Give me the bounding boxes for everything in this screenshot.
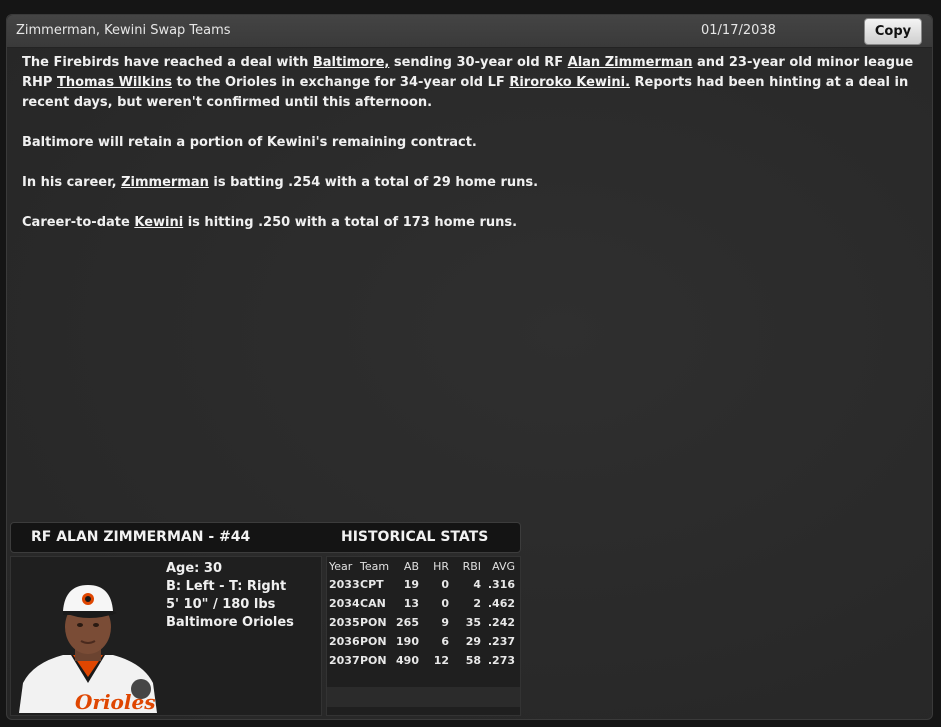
table-row: 2037 PON 490 12 58 .273: [327, 651, 515, 670]
stat-rbi: 4: [473, 578, 481, 591]
stats-header-row: Year Team AB HR RBI AVG: [327, 557, 515, 575]
player-bats-throws: B: Left - T: Right: [166, 579, 287, 594]
table-row: 2034 CAN 13 0 2 .462: [327, 594, 515, 613]
stat-team: PON: [360, 616, 387, 629]
stat-team: CPT: [360, 578, 384, 591]
stat-avg: .242: [487, 616, 515, 629]
col-header-team[interactable]: Team: [360, 557, 396, 575]
stat-rbi: 2: [473, 597, 481, 610]
story-text: In his career,: [22, 175, 122, 190]
col-header-year[interactable]: Year: [327, 557, 360, 575]
player-card: RF ALAN ZIMMERMAN - #44 HISTORICAL STATS…: [10, 522, 521, 716]
table-row: 2033 CPT 19 0 4 .316: [327, 575, 515, 594]
story-text: is hitting .250 with a total of 173 home…: [183, 215, 518, 230]
stat-rbi: 35: [465, 616, 481, 629]
stats-footer-row: [327, 687, 520, 707]
stat-ab: 13: [403, 597, 419, 610]
player-portrait-icon[interactable]: Orioles: [13, 571, 163, 713]
player-bio-panel: Orioles Age: 30 B: Left - T: Right 5' 10…: [10, 556, 322, 716]
stat-year: 2034: [329, 597, 360, 610]
col-header-avg[interactable]: AVG: [481, 557, 515, 575]
player-card-header: RF ALAN ZIMMERMAN - #44 HISTORICAL STATS: [10, 522, 521, 553]
table-row: 2036 PON 190 6 29 .237: [327, 632, 515, 651]
news-headline: Zimmerman, Kewini Swap Teams: [16, 23, 231, 38]
col-header-hr[interactable]: HR: [419, 557, 449, 575]
player-link-kewini[interactable]: Kewini: [134, 215, 183, 230]
historical-stats-title: HISTORICAL STATS: [341, 529, 489, 545]
stat-hr: 12: [433, 654, 449, 667]
col-header-rbi[interactable]: RBI: [449, 557, 481, 575]
player-link-alan-zimmerman[interactable]: Alan Zimmerman: [568, 55, 693, 70]
stat-avg: .273: [487, 654, 515, 667]
story-text: to the Orioles in exchange for 34-year o…: [171, 75, 510, 90]
news-title-bar: Zimmerman, Kewini Swap Teams 01/17/2038 …: [7, 15, 932, 48]
story-paragraph-3: In his career, Zimmerman is batting .254…: [22, 173, 922, 193]
stat-ab: 19: [403, 578, 419, 591]
player-team[interactable]: Baltimore Orioles: [166, 614, 294, 632]
player-link-zimmerman[interactable]: Zimmerman: [121, 175, 209, 190]
stat-hr: 0: [441, 578, 449, 591]
stat-avg: .462: [487, 597, 515, 610]
news-date: 01/17/2038: [701, 23, 776, 38]
player-height-weight: 5' 10" / 180 lbs: [166, 597, 276, 612]
team-link-baltimore[interactable]: Baltimore,: [313, 55, 389, 70]
story-text: The Firebirds have reached a deal with: [22, 55, 313, 70]
stat-year: 2033: [329, 578, 360, 591]
stat-team: PON: [360, 654, 387, 667]
stat-hr: 9: [441, 616, 449, 629]
player-link-thomas-wilkins[interactable]: Thomas Wilkins: [57, 75, 172, 90]
stat-avg: .237: [487, 635, 515, 648]
player-card-title[interactable]: RF ALAN ZIMMERMAN - #44: [31, 529, 250, 545]
stat-hr: 6: [441, 635, 449, 648]
copy-button[interactable]: Copy: [864, 18, 922, 45]
player-bio: Age: 30 B: Left - T: Right 5' 10" / 180 …: [166, 560, 294, 632]
story-text: sending 30-year old RF: [389, 55, 568, 70]
table-row: 2035 PON 265 9 35 .242: [327, 613, 515, 632]
stat-ab: 265: [396, 616, 419, 629]
story-text: Career-to-date: [22, 215, 135, 230]
story-paragraph-1: The Firebirds have reached a deal with B…: [22, 53, 922, 113]
stat-team: CAN: [360, 597, 386, 610]
story-paragraph-4: Career-to-date Kewini is hitting .250 wi…: [22, 213, 922, 233]
news-story: The Firebirds have reached a deal with B…: [22, 53, 922, 253]
jersey-wordmark: Orioles: [75, 690, 155, 713]
stat-year: 2035: [329, 616, 360, 629]
stat-avg: .316: [487, 578, 515, 591]
stat-team: PON: [360, 635, 387, 648]
historical-stats-table: Year Team AB HR RBI AVG 2033 CPT 19 0 4 …: [327, 557, 515, 670]
player-age: Age: 30: [166, 561, 222, 576]
stat-year: 2036: [329, 635, 360, 648]
story-paragraph-2: Baltimore will retain a portion of Kewin…: [22, 135, 477, 150]
stat-hr: 0: [441, 597, 449, 610]
col-header-ab[interactable]: AB: [396, 557, 419, 575]
player-link-riroroko-kewini[interactable]: Riroroko Kewini.: [509, 75, 630, 90]
story-text: is batting .254 with a total of 29 home …: [208, 175, 539, 190]
stat-year: 2037: [329, 654, 360, 667]
stat-ab: 190: [396, 635, 419, 648]
stat-rbi: 58: [465, 654, 481, 667]
historical-stats-panel: Year Team AB HR RBI AVG 2033 CPT 19 0 4 …: [326, 556, 521, 716]
stat-rbi: 29: [465, 635, 481, 648]
stat-ab: 490: [396, 654, 419, 667]
